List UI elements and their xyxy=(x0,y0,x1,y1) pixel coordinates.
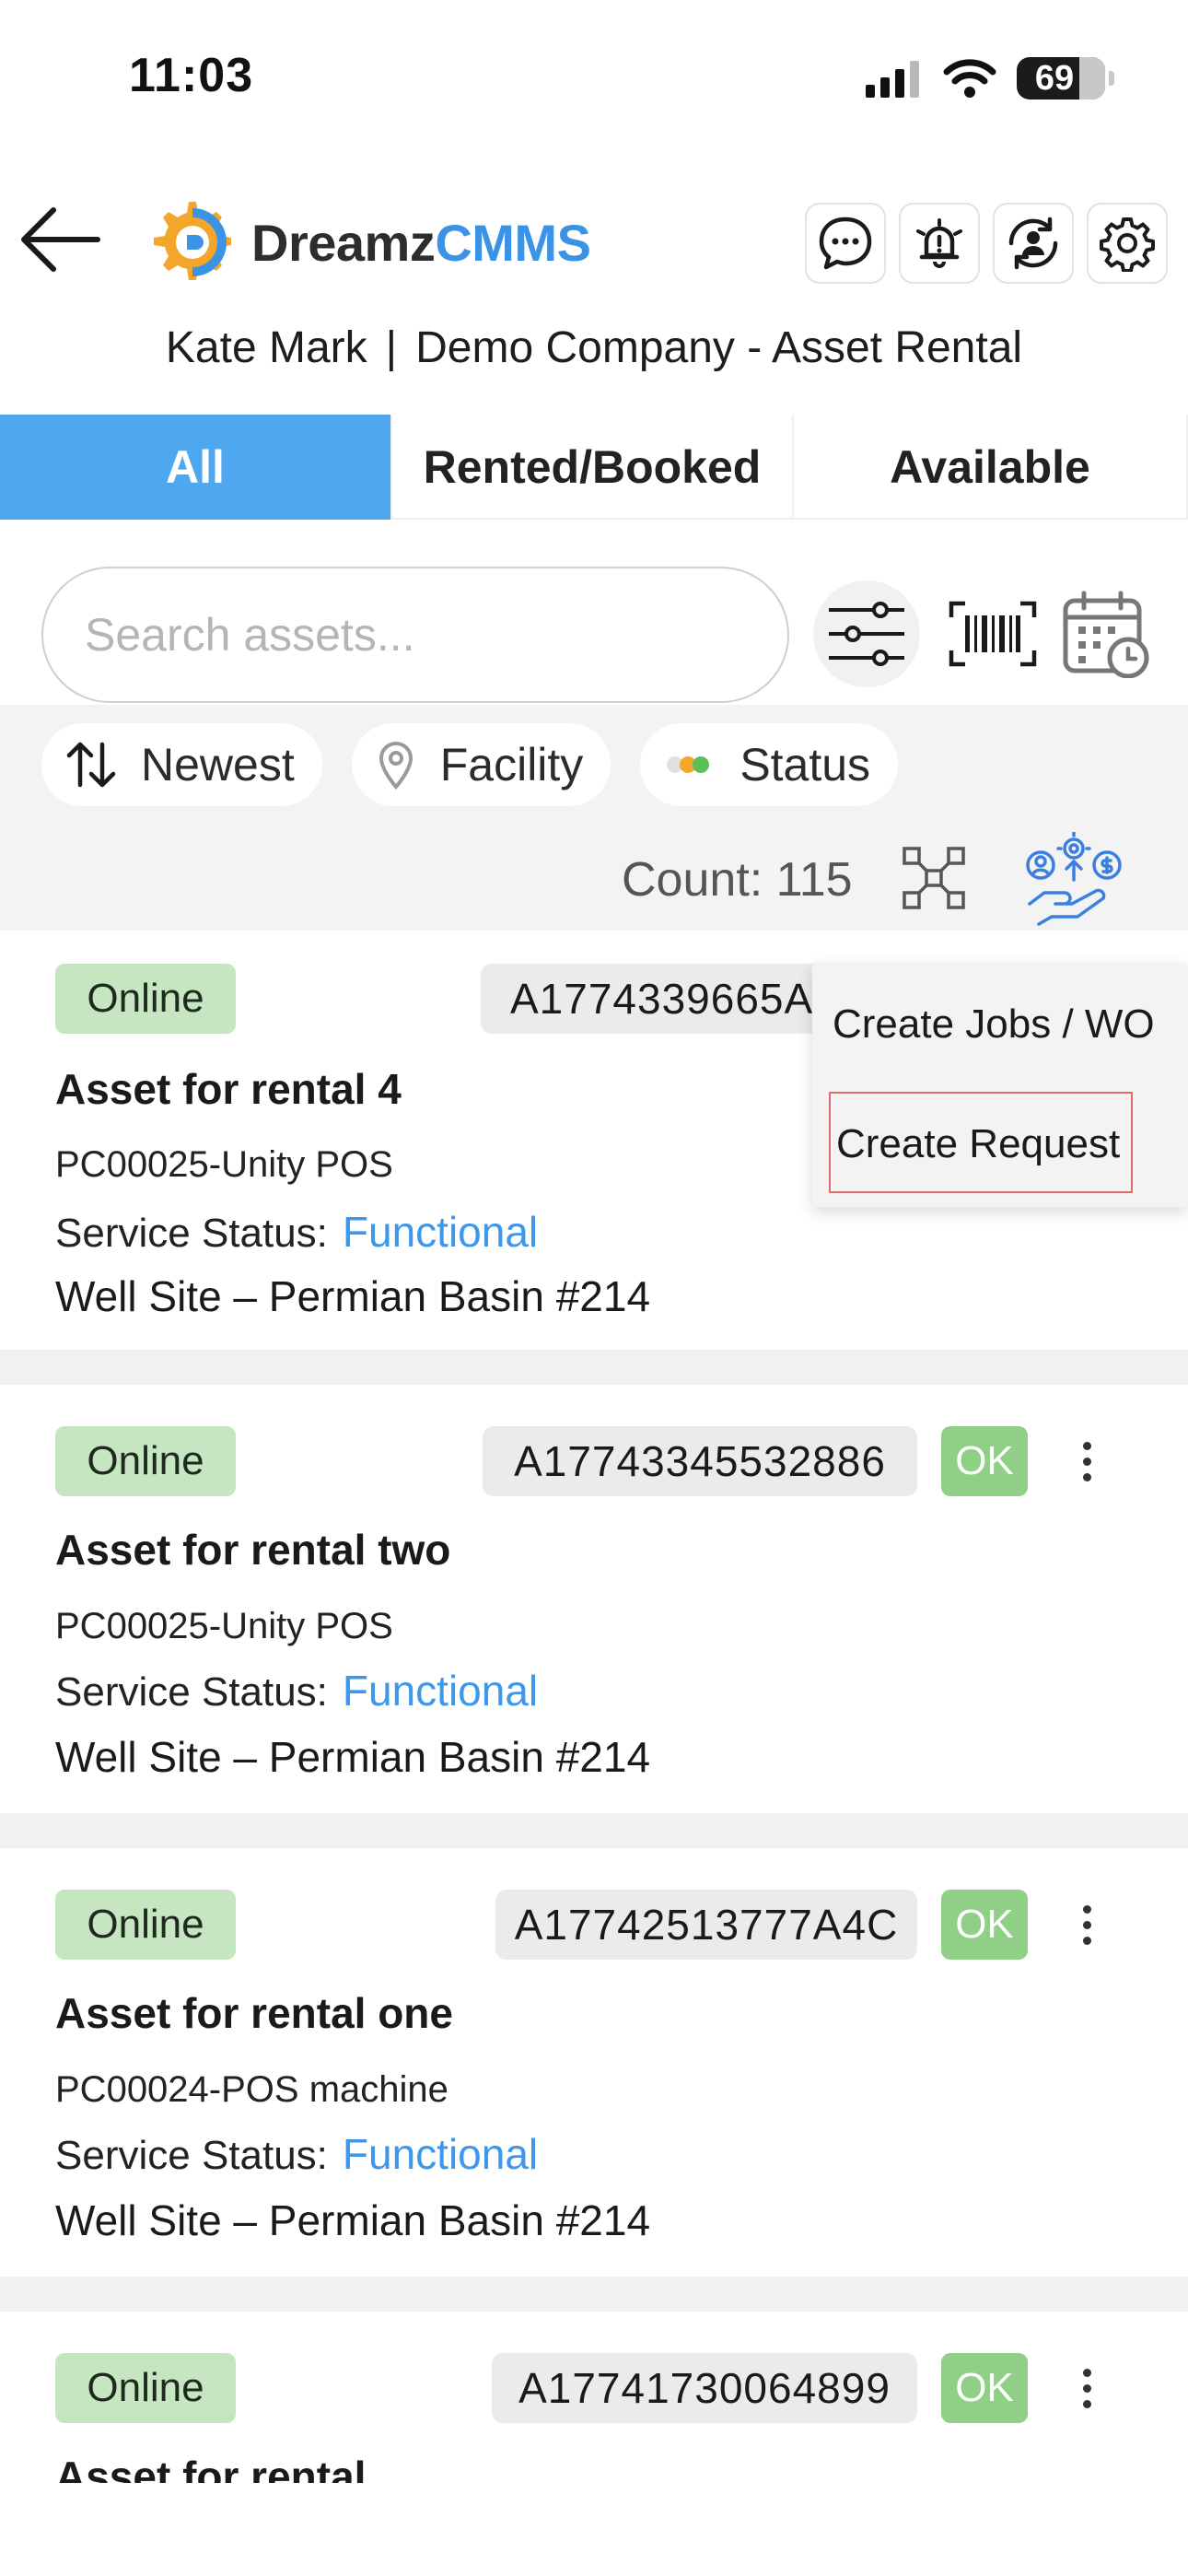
filter-chips: Newest Facility Status xyxy=(41,723,899,806)
more-options-icon[interactable] xyxy=(1068,1426,1105,1496)
status-label: Status xyxy=(740,739,871,790)
service-status-value: Functional xyxy=(342,2130,539,2178)
asset-map-button[interactable] xyxy=(901,845,967,916)
alarm-button[interactable] xyxy=(899,203,980,284)
asset-site: Well Site – Permian Basin #214 xyxy=(55,1272,651,1320)
network-nodes-icon xyxy=(903,847,965,909)
logo-text: DreamzCMMS xyxy=(251,213,591,273)
service-status: Service Status: Functional xyxy=(55,1207,538,1257)
ok-badge: OK xyxy=(941,1890,1028,1960)
service-status: Service Status: Functional xyxy=(55,1666,538,1715)
asset-id: A17742513777A4C xyxy=(495,1890,917,1960)
alarm-bell-icon xyxy=(916,218,962,268)
search-input[interactable]: Search assets... xyxy=(41,567,789,703)
tab-available[interactable]: Available xyxy=(794,415,1188,520)
schedule-button[interactable] xyxy=(1053,580,1159,687)
card-divider xyxy=(0,1350,1188,1385)
location-pin-icon xyxy=(376,739,416,790)
online-badge: Online xyxy=(55,1426,236,1496)
signal-icon xyxy=(866,61,919,98)
asset-code: PC00024-POS machine xyxy=(55,2069,448,2110)
asset-count: Count: 115 xyxy=(622,853,853,907)
header-actions xyxy=(805,203,1168,284)
tab-rented-booked[interactable]: Rented/Booked xyxy=(392,415,794,520)
online-badge: Online xyxy=(55,964,236,1034)
asset-name: Asset for rental two xyxy=(55,1526,451,1574)
back-button[interactable] xyxy=(18,203,101,276)
gear-icon xyxy=(1100,217,1155,272)
online-badge: Online xyxy=(55,1890,236,1960)
ok-badge: OK xyxy=(941,2353,1028,2423)
service-status-label: Service Status: xyxy=(55,1211,328,1256)
tab-all[interactable]: All xyxy=(0,415,392,520)
status-icons: 69 xyxy=(864,55,1114,101)
switch-user-button[interactable] xyxy=(993,203,1074,284)
wifi-icon xyxy=(943,59,996,98)
arrow-left-icon xyxy=(21,207,100,272)
facility-label: Facility xyxy=(439,739,584,790)
asset-code: PC00025-Unity POS xyxy=(55,1144,393,1185)
status-bar: 11:03 69 xyxy=(0,0,1188,161)
separator: | xyxy=(385,323,398,372)
battery-level: 69 xyxy=(1034,58,1075,98)
tab-bar: All Rented/Booked Available xyxy=(0,415,1188,520)
online-badge: Online xyxy=(55,2353,236,2423)
more-options-icon[interactable] xyxy=(1068,2353,1105,2423)
service-status-label: Service Status: xyxy=(55,2133,328,2178)
logo-text-part1: Dreamz xyxy=(251,213,436,272)
create-jobs-wo-option[interactable]: Create Jobs / WO xyxy=(833,1001,1155,1048)
barcode-scan-button[interactable] xyxy=(939,580,1046,687)
service-status-value: Functional xyxy=(342,1208,539,1256)
service-status: Service Status: Functional xyxy=(55,2129,538,2179)
asset-site: Well Site – Permian Basin #214 xyxy=(55,2196,651,2244)
user-name: Kate Mark xyxy=(165,323,367,372)
chat-icon xyxy=(819,217,872,270)
app-logo: DreamzCMMS xyxy=(143,196,591,288)
sort-label: Newest xyxy=(141,739,295,790)
hand-people-money-icon xyxy=(1026,831,1122,926)
service-status-value: Functional xyxy=(342,1667,539,1715)
rental-service-button[interactable] xyxy=(1024,831,1125,932)
gear-logo-icon xyxy=(154,202,231,280)
user-company-line: Kate Mark | Demo Company - Asset Rental xyxy=(0,322,1188,373)
bottom-safe-area xyxy=(0,2483,1188,2576)
app-header: DreamzCMMS xyxy=(0,180,1188,299)
status-dots-icon xyxy=(664,754,716,776)
asset-name: Asset for rental one xyxy=(55,1989,453,2037)
barcode-icon xyxy=(949,601,1037,667)
search-filter-area: Search assets... Newest Facility Status … xyxy=(0,539,1188,931)
calendar-clock-icon xyxy=(1063,591,1149,678)
asset-id: A17743345532886 xyxy=(483,1426,917,1496)
sliders-icon xyxy=(829,602,904,666)
card-divider xyxy=(0,1813,1188,1848)
status-chip[interactable]: Status xyxy=(640,723,899,806)
asset-name: Asset for rental 4 xyxy=(55,1065,402,1113)
status-time: 11:03 xyxy=(129,49,254,102)
more-options-icon[interactable] xyxy=(1068,1890,1105,1960)
asset-id: A17741730064899 xyxy=(492,2353,917,2423)
asset-site: Well Site – Permian Basin #214 xyxy=(55,1733,651,1781)
facility-chip[interactable]: Facility xyxy=(351,723,611,806)
settings-button[interactable] xyxy=(1087,203,1168,284)
user-sync-icon xyxy=(1008,217,1058,270)
asset-card[interactable]: Online A17742513777A4C OK Asset for rent… xyxy=(0,1848,1188,2277)
ok-badge: OK xyxy=(941,1426,1028,1496)
card-divider xyxy=(0,2277,1188,2312)
asset-code: PC00025-Unity POS xyxy=(55,1606,393,1646)
filter-button[interactable] xyxy=(813,580,920,687)
company-name: Demo Company - Asset Rental xyxy=(415,323,1023,372)
logo-text-part2: CMMS xyxy=(435,213,591,272)
asset-card[interactable]: Online A17743345532886 OK Asset for rent… xyxy=(0,1385,1188,1813)
battery-icon: 69 xyxy=(1017,57,1114,100)
context-menu: Create Jobs / WO Create Request xyxy=(812,963,1188,1207)
service-status-label: Service Status: xyxy=(55,1669,328,1715)
count-row: Count: 115 xyxy=(0,825,1188,926)
chat-button[interactable] xyxy=(805,203,886,284)
create-request-option[interactable]: Create Request xyxy=(829,1092,1134,1193)
sort-arrows-icon xyxy=(65,739,117,790)
sort-chip[interactable]: Newest xyxy=(41,723,322,806)
